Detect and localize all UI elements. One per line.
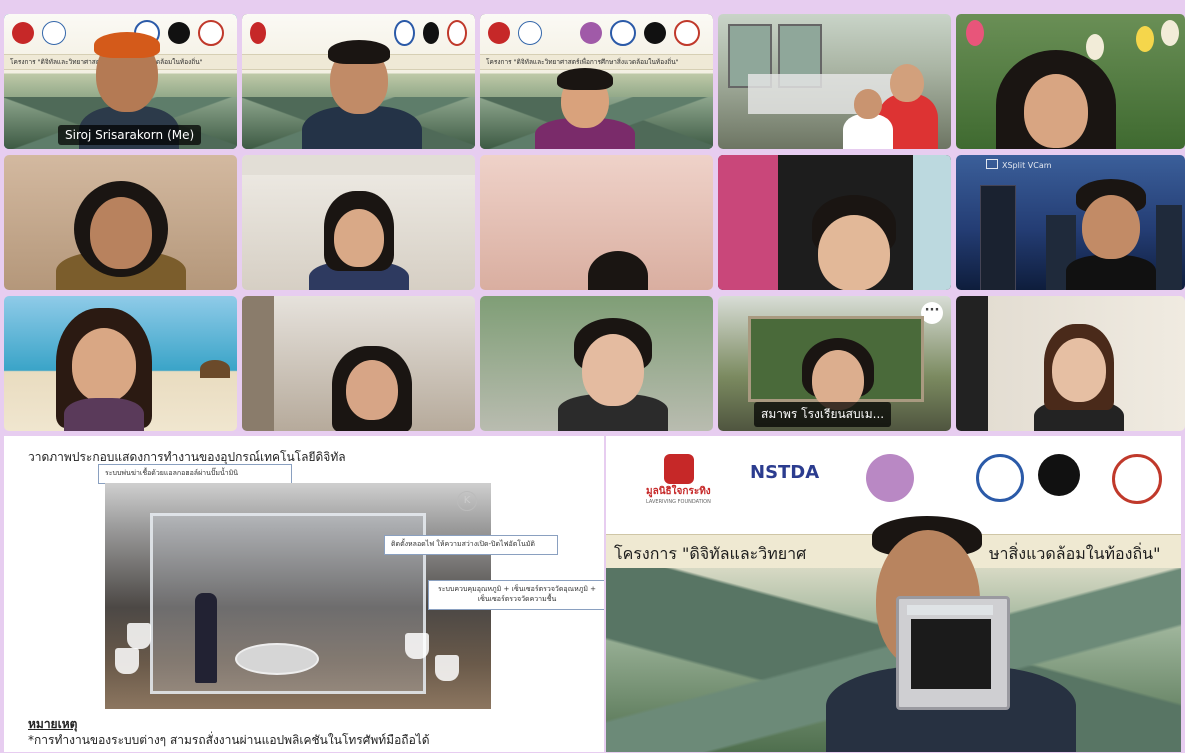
tulip-image <box>1136 26 1154 52</box>
foundation-logo: มูลนิธิใจกระทิง LAVERIVING FOUNDATION <box>646 454 726 505</box>
banner-text: โครงการ "ดิจิทัลและวิทยาศ <box>614 544 807 563</box>
university-seal-icon <box>198 20 224 46</box>
tray-image <box>235 643 319 675</box>
cup-image <box>405 633 429 659</box>
nstda-logo: NSTDA <box>750 462 820 483</box>
video-tile-siroj[interactable]: โครงการ "ดิจิทัลและวิทยาศาสตร์เพื่อการศึ… <box>4 14 237 149</box>
banner-logos: มูลนิธิใจกระทิง LAVERIVING FOUNDATION NS… <box>646 450 1171 510</box>
window-image <box>913 155 951 290</box>
ceiling-image <box>242 155 475 175</box>
video-tile-beach[interactable] <box>4 296 237 431</box>
university-seal-icon <box>446 20 467 46</box>
camera-icon <box>986 159 998 169</box>
foundation-logo-icon <box>664 454 694 484</box>
foundation-name: มูลนิธิใจกระทิง <box>646 486 711 497</box>
foundation-logo-icon <box>488 22 510 44</box>
participant-avatar <box>54 308 154 431</box>
skyscraper-image <box>980 185 1016 290</box>
participant-avatar <box>56 181 186 290</box>
participant-name-label: สมาพร โรงเรียนสบเม... <box>754 402 892 427</box>
participant-avatar <box>588 251 648 290</box>
foundation-logo-icon <box>250 22 267 44</box>
sensor-body <box>911 619 991 689</box>
video-tile-3[interactable]: โครงการ "ดิจิทัลและวิทยาศาสตร์เพื่อการศึ… <box>480 14 713 149</box>
more-options-button[interactable]: ··· <box>921 302 943 324</box>
watermark-icon: K <box>457 491 477 511</box>
participant-avatar <box>302 28 422 149</box>
video-tile-12[interactable] <box>242 296 475 431</box>
participant-avatar <box>558 318 668 431</box>
virtual-camera-label: XSplit VCam <box>986 159 1052 170</box>
participant-avatar <box>838 84 898 149</box>
participant-avatar <box>804 195 904 290</box>
video-tile-8[interactable] <box>480 155 713 290</box>
tulip-image <box>966 20 984 46</box>
foundation-logo-icon <box>12 22 34 44</box>
purple-emblem-icon <box>866 454 914 502</box>
participant-avatar <box>996 50 1116 149</box>
video-tile-samaporn[interactable]: ··· สมาพร โรงเรียนสบเม... <box>718 296 951 431</box>
video-tile-2[interactable] <box>242 14 475 149</box>
cup-image <box>435 655 459 681</box>
video-tile-xsplit[interactable]: XSplit VCam <box>956 155 1185 290</box>
video-tile-classroom[interactable] <box>718 14 951 149</box>
curtain-image <box>718 155 778 290</box>
sensor-chip-label <box>907 605 993 615</box>
door-image <box>242 296 274 431</box>
cup-image <box>115 648 139 674</box>
banner-logos <box>488 20 705 46</box>
video-tile-9[interactable] <box>718 155 951 290</box>
globe-logo-icon <box>644 22 666 44</box>
bottle-image <box>195 593 217 683</box>
air-sensor-device <box>896 596 1010 710</box>
callout-sensors: ระบบควบคุมอุณหภูมิ + เซ็นเซอร์ตรวจวัดอุณ… <box>428 580 604 610</box>
video-tile-15[interactable] <box>956 296 1185 431</box>
participant-avatar <box>535 68 635 149</box>
atom-logo-icon <box>610 20 636 46</box>
foundation-sub: LAVERIVING FOUNDATION <box>646 499 711 505</box>
beach-hut-image <box>200 360 230 378</box>
cup-image <box>127 623 151 649</box>
note-text: *การทำงานของระบบต่างๆ สามรถสั่งงานผ่านแอ… <box>28 733 430 747</box>
globe-logo-icon <box>1038 454 1080 496</box>
nstda-logo-icon <box>42 21 66 45</box>
participant-avatar <box>1034 324 1124 431</box>
participant-avatar <box>1066 179 1156 290</box>
video-tile-tulips[interactable] <box>956 14 1185 149</box>
banner-text: โครงการ "ดิจิทัลและวิทยาศาสตร์เพื่อการศึ… <box>486 58 679 66</box>
speaker-video: มูลนิธิใจกระทิง LAVERIVING FOUNDATION NS… <box>606 436 1181 752</box>
video-tile-6[interactable] <box>4 155 237 290</box>
callout-spray-system: ระบบพ่นฆ่าเชื้อด้วยแอลกอฮอล์ผ่านปั๊มน้ำม… <box>98 464 292 484</box>
tulip-image <box>1161 20 1179 46</box>
nstda-logo-icon <box>518 21 542 45</box>
participant-avatar <box>304 191 414 290</box>
atom-logo-icon <box>976 454 1024 502</box>
skyscraper-image <box>1156 205 1182 290</box>
globe-logo-icon <box>422 22 439 44</box>
purple-emblem-icon <box>580 22 602 44</box>
university-seal-icon <box>674 20 700 46</box>
video-tile-13[interactable] <box>480 296 713 431</box>
video-tile-7[interactable] <box>242 155 475 290</box>
self-name-label: Siroj Srisarakorn (Me) <box>58 125 202 145</box>
university-seal-icon <box>1112 454 1162 504</box>
callout-light: ติดตั้งหลอดไฟ ให้ความสว่างเปิด-ปิดไฟอัตโ… <box>384 535 558 555</box>
participant-avatar <box>332 346 412 431</box>
shared-slide: วาดภาพประกอบแสดงการทำงานของอุปกรณ์เทคโนโ… <box>4 436 604 752</box>
